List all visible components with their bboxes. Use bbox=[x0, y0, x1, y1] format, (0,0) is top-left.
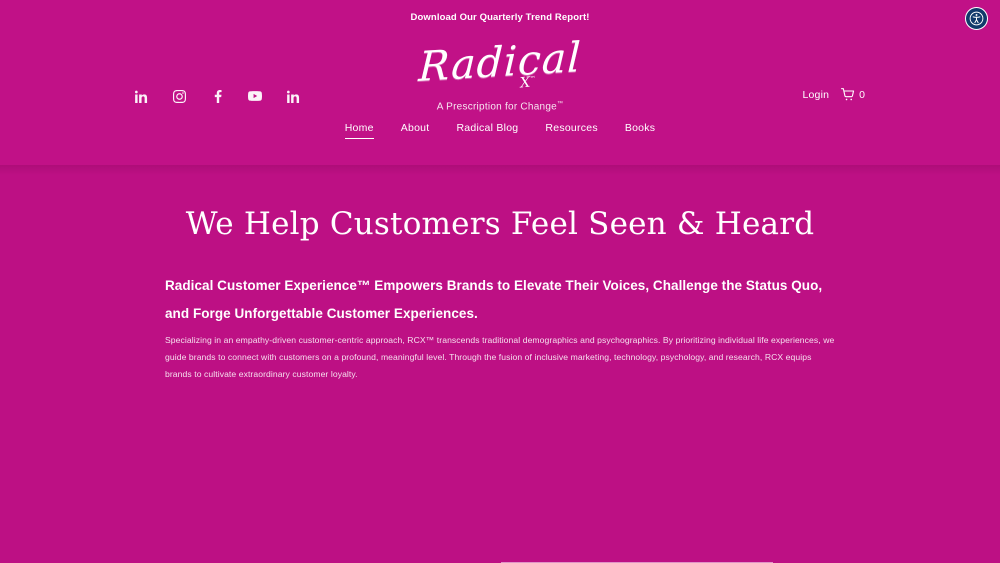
cart-button[interactable]: 0 bbox=[841, 88, 865, 101]
nav-item-radical-blog[interactable]: Radical Blog bbox=[456, 121, 518, 139]
nav-item-about[interactable]: About bbox=[401, 121, 430, 139]
main-content: We Help Customers Feel Seen & Heard Radi… bbox=[0, 165, 1000, 563]
primary-nav: Home About Radical Blog Resources Books bbox=[0, 121, 1000, 139]
account-area: Login 0 bbox=[802, 88, 865, 101]
accessibility-icon[interactable] bbox=[965, 7, 988, 30]
page-title: We Help Customers Feel Seen & Heard bbox=[185, 206, 815, 242]
hero-body-copy: Specializing in an empathy-driven custom… bbox=[165, 335, 835, 379]
login-link[interactable]: Login bbox=[802, 89, 829, 101]
announcement-link[interactable]: Download Our Quarterly Trend Report! bbox=[410, 12, 589, 23]
site-logo[interactable]: Radical X™ A Prescription for Change™ bbox=[0, 33, 1000, 118]
nav-item-resources[interactable]: Resources bbox=[545, 121, 597, 139]
nav-item-home[interactable]: Home bbox=[344, 121, 374, 139]
shopping-cart-icon bbox=[841, 88, 855, 101]
cart-count: 0 bbox=[859, 88, 865, 101]
hero-lede: Radical Customer Experience™ Empowers Br… bbox=[165, 278, 823, 321]
nav-item-books[interactable]: Books bbox=[625, 121, 655, 139]
site-header: Download Our Quarterly Trend Report! Rad… bbox=[0, 0, 1000, 165]
page-root: Download Our Quarterly Trend Report! Rad… bbox=[0, 0, 1000, 563]
